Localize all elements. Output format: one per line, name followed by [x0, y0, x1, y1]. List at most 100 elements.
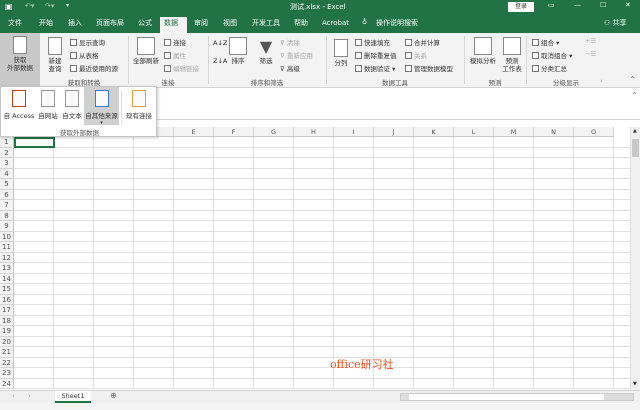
ungroup-button[interactable]: 取消组合 ▾: [532, 50, 572, 60]
what-if-button[interactable]: 模拟分析: [468, 37, 498, 65]
column-header-N[interactable]: N: [534, 127, 574, 137]
column-header-O[interactable]: O: [574, 127, 614, 137]
column-header-M[interactable]: M: [494, 127, 534, 137]
row-header-19[interactable]: 19: [0, 326, 14, 337]
column-header-E[interactable]: E: [174, 127, 214, 137]
from-text-button[interactable]: 自文本: [61, 90, 83, 120]
sort-desc-button[interactable]: Z↓A: [213, 57, 227, 65]
flash-fill-button[interactable]: 快速填充: [355, 37, 390, 47]
row-header-12[interactable]: 12: [0, 252, 14, 263]
row-header-5[interactable]: 5: [0, 179, 14, 190]
sheet-tab-sheet1[interactable]: Sheet1: [55, 391, 91, 403]
tab-acrobat[interactable]: Acrobat: [318, 18, 353, 33]
close-icon[interactable]: ✕: [625, 1, 631, 9]
row-header-4[interactable]: 4: [0, 168, 14, 179]
maximize-icon[interactable]: ☐: [600, 1, 606, 9]
forecast-sheet-button[interactable]: 预测 工作表: [500, 37, 524, 73]
scroll-down-icon[interactable]: ▼: [633, 381, 637, 387]
spreadsheet-grid[interactable]: ABCDEFGHIJKLMNO1234567891011121314151617…: [0, 127, 630, 390]
column-header-I[interactable]: I: [334, 127, 374, 137]
row-header-3[interactable]: 3: [0, 158, 14, 169]
tab-review[interactable]: 审阅: [190, 18, 212, 33]
row-header-21[interactable]: 21: [0, 347, 14, 358]
tab-file[interactable]: 文件: [4, 18, 26, 33]
reapply-button[interactable]: ⊽ 重新应用: [280, 50, 313, 60]
row-header-10[interactable]: 10: [0, 231, 14, 242]
group-button[interactable]: 组合 ▾: [532, 37, 559, 47]
ribbon-display-icon[interactable]: ▭: [548, 1, 555, 9]
row-header-20[interactable]: 20: [0, 336, 14, 347]
column-header-H[interactable]: H: [294, 127, 334, 137]
row-header-16[interactable]: 16: [0, 294, 14, 305]
subtotal-button[interactable]: 分类汇总: [532, 63, 567, 73]
save-icon[interactable]: ▣: [5, 2, 13, 11]
scroll-up-icon[interactable]: ▲: [633, 128, 637, 134]
column-header-F[interactable]: F: [214, 127, 254, 137]
column-header-J[interactable]: J: [374, 127, 414, 137]
properties-button[interactable]: 属性: [164, 50, 186, 60]
from-access-button[interactable]: 自 Access: [3, 90, 35, 120]
redo-icon[interactable]: ↷▾: [45, 2, 54, 10]
tab-developer[interactable]: 开发工具: [248, 18, 284, 33]
column-header-L[interactable]: L: [454, 127, 494, 137]
row-header-11[interactable]: 11: [0, 242, 14, 253]
tab-home[interactable]: 开始: [35, 18, 57, 33]
refresh-all-button[interactable]: 全部刷新: [131, 37, 161, 65]
collapse-ribbon-icon[interactable]: ^: [630, 76, 635, 83]
from-table-button[interactable]: 从表格: [70, 50, 99, 60]
undo-icon[interactable]: ↶▾: [25, 2, 34, 10]
consolidate-button[interactable]: 合并计算: [405, 37, 440, 47]
dialog-launcher-icon[interactable]: ⌟: [600, 77, 602, 83]
tab-help[interactable]: 帮助: [290, 18, 312, 33]
sort-button[interactable]: 排序: [228, 37, 248, 65]
recent-sources-button[interactable]: 最近使用的源: [70, 63, 118, 73]
row-header-9[interactable]: 9: [0, 221, 14, 232]
text-to-columns-button[interactable]: 分列: [330, 39, 352, 67]
scroll-thumb[interactable]: [632, 139, 639, 157]
tab-page-layout[interactable]: 页面布局: [92, 18, 128, 33]
horizontal-scrollbar[interactable]: [400, 393, 634, 401]
row-header-22[interactable]: 22: [0, 357, 14, 368]
filter-button[interactable]: ▼ 筛选: [255, 37, 277, 65]
row-header-13[interactable]: 13: [0, 263, 14, 274]
row-header-14[interactable]: 14: [0, 273, 14, 284]
hide-detail-icon[interactable]: −☰: [585, 50, 596, 58]
existing-connections-button[interactable]: 现有连接: [124, 90, 154, 120]
relationships-button[interactable]: 关系: [405, 50, 427, 60]
tab-insert[interactable]: 插入: [64, 18, 86, 33]
add-sheet-icon[interactable]: ⊕: [110, 391, 117, 400]
from-web-button[interactable]: 自网站: [37, 90, 59, 120]
row-header-7[interactable]: 7: [0, 200, 14, 211]
tell-me-search[interactable]: 操作说明搜索: [372, 18, 422, 33]
tab-formulas[interactable]: 公式: [134, 18, 156, 33]
row-header-17[interactable]: 17: [0, 305, 14, 316]
new-query-button[interactable]: 新建 查询: [42, 37, 68, 73]
tab-view[interactable]: 视图: [219, 18, 241, 33]
edit-links-button[interactable]: 编辑链接: [164, 63, 199, 73]
row-header-24[interactable]: 24: [0, 378, 14, 389]
column-header-K[interactable]: K: [414, 127, 454, 137]
from-other-sources-button[interactable]: 自其他来源 ▾: [84, 87, 119, 126]
tab-data[interactable]: 数据: [160, 17, 187, 33]
row-header-2[interactable]: 2: [0, 147, 14, 158]
sort-asc-button[interactable]: A↓Z: [213, 39, 227, 47]
row-header-8[interactable]: 8: [0, 210, 14, 221]
show-detail-icon[interactable]: +☰: [585, 37, 596, 45]
data-validation-button[interactable]: 数据验证 ▾: [355, 63, 395, 73]
remove-duplicates-button[interactable]: 删除重复值: [355, 50, 397, 60]
row-header-18[interactable]: 18: [0, 315, 14, 326]
customize-icon[interactable]: ▾: [66, 2, 69, 9]
share-button[interactable]: ⚇ 共享: [604, 18, 627, 28]
advanced-button[interactable]: ⊽ 高级: [280, 63, 300, 73]
active-cell[interactable]: [14, 137, 55, 148]
clear-button[interactable]: ⊽ 清除: [280, 37, 300, 47]
row-header-23[interactable]: 23: [0, 368, 14, 379]
minimize-icon[interactable]: —: [574, 1, 581, 9]
expand-formula-icon[interactable]: ^: [632, 92, 637, 99]
show-queries-button[interactable]: 显示查询: [70, 37, 105, 47]
data-model-button[interactable]: 管理数据模型: [405, 63, 453, 73]
column-header-G[interactable]: G: [254, 127, 294, 137]
connections-button[interactable]: 连接: [164, 37, 186, 47]
get-external-data-button[interactable]: 获取 外部数据: [0, 33, 40, 88]
row-header-6[interactable]: 6: [0, 189, 14, 200]
